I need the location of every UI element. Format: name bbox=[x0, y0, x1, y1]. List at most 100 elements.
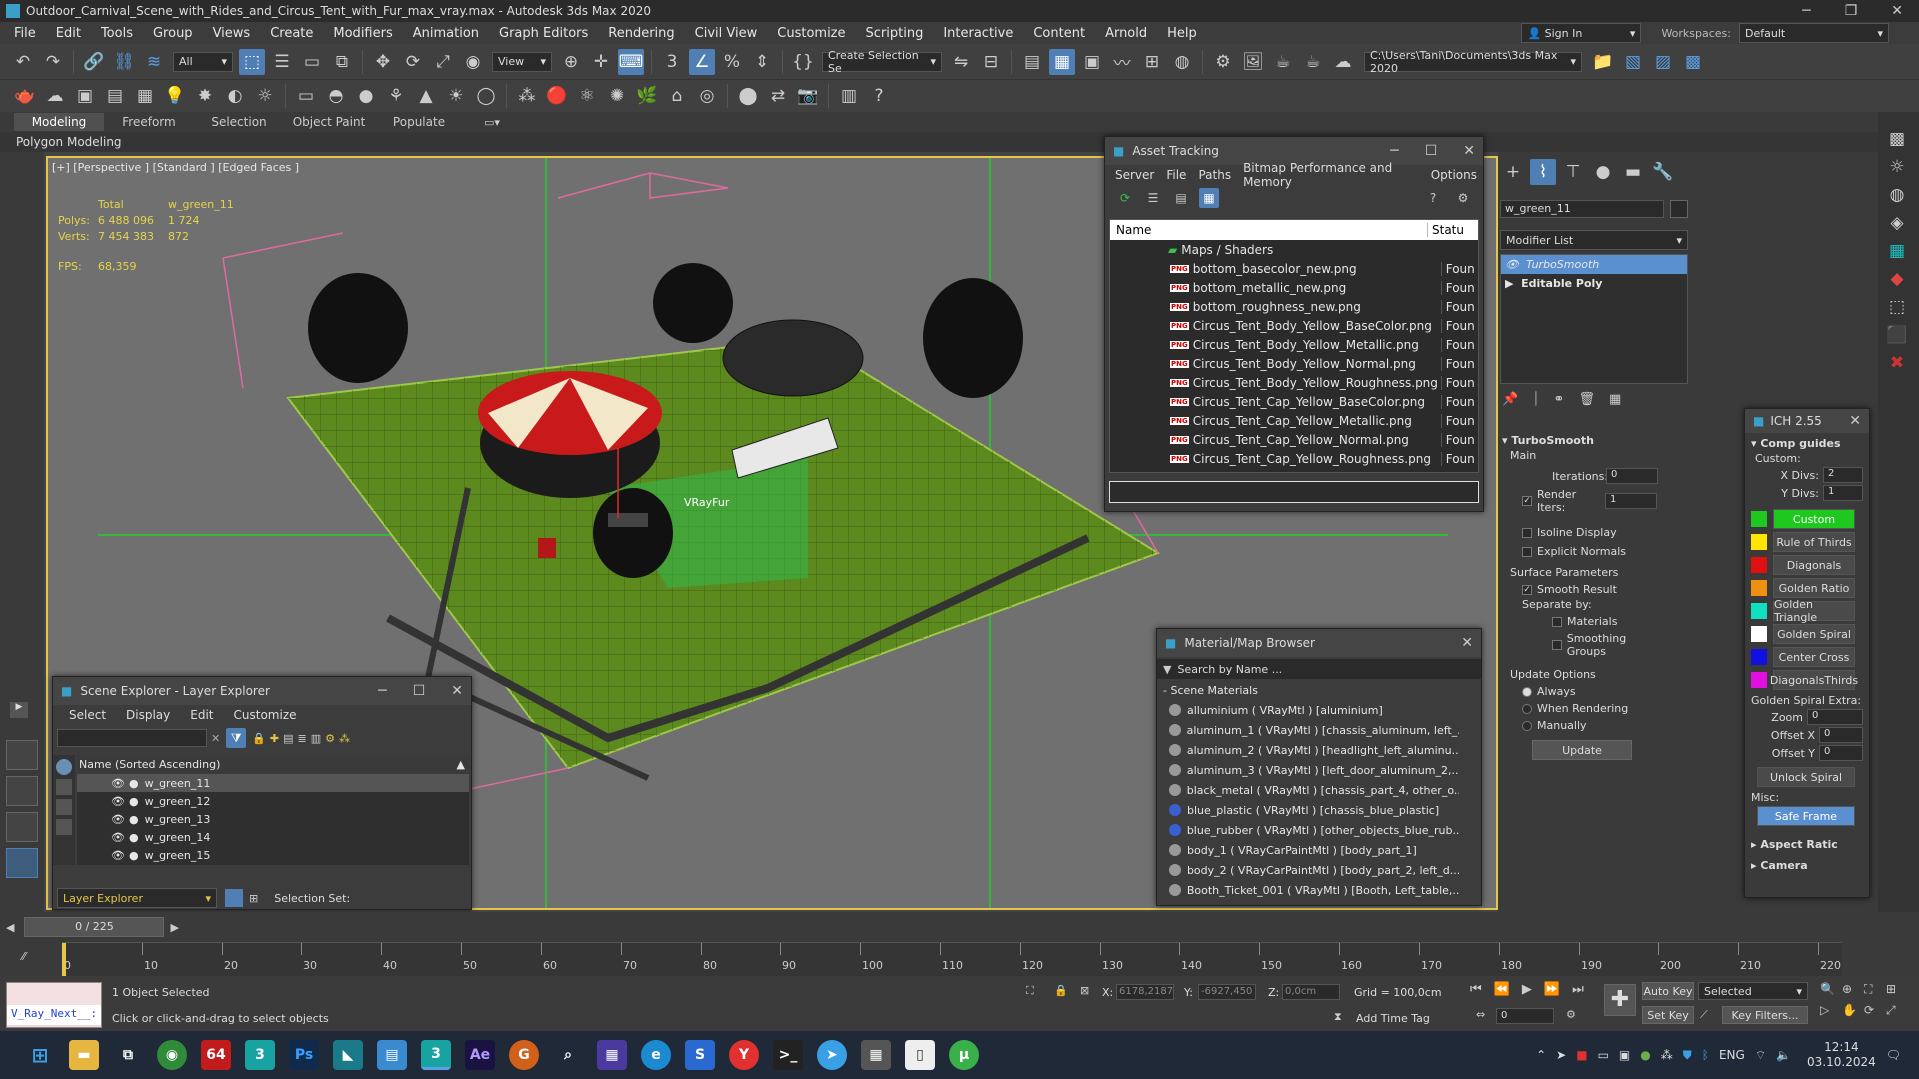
guide-color-swatch[interactable] bbox=[1751, 557, 1767, 573]
vray-sphere-icon[interactable]: ● bbox=[353, 83, 379, 109]
scene-materials-header[interactable]: - Scene Materials bbox=[1157, 681, 1481, 700]
pin-stack-icon[interactable]: 📌 bbox=[1502, 392, 1518, 407]
archive-icon[interactable]: ▦ bbox=[597, 1040, 627, 1070]
menu-views[interactable]: Views bbox=[203, 26, 261, 41]
ribbon-subtitle[interactable]: Polygon Modeling bbox=[16, 135, 122, 149]
name-column-header[interactable]: Name bbox=[1110, 223, 1428, 237]
material-item[interactable]: aluminum_1 ( VRayMtl ) [chassis_aluminum… bbox=[1169, 720, 1459, 740]
key-selection-dropdown[interactable]: Selected ▾ bbox=[1698, 982, 1808, 1000]
menu-graph-editors[interactable]: Graph Editors bbox=[489, 26, 598, 41]
chrome-icon[interactable]: ◉ bbox=[157, 1040, 187, 1070]
explorer-menu-edit[interactable]: Edit bbox=[180, 708, 223, 722]
asset-menu-paths[interactable]: Paths bbox=[1192, 168, 1237, 182]
configure-sets-icon[interactable]: ▦ bbox=[1609, 392, 1621, 407]
current-frame-field[interactable]: 0 bbox=[1496, 1008, 1554, 1024]
help-icon[interactable]: ? bbox=[866, 83, 892, 109]
close-icon[interactable]: ✕ bbox=[1463, 143, 1475, 159]
menu-tools[interactable]: Tools bbox=[91, 26, 143, 41]
render-iters-checkbox[interactable]: ✓ bbox=[1522, 496, 1532, 506]
zoom-spinner[interactable]: 0 bbox=[1807, 709, 1863, 725]
selection-lock-icon[interactable]: 🔒 bbox=[1054, 984, 1068, 997]
guide-button[interactable]: Center Cross bbox=[1773, 647, 1855, 667]
close-icon[interactable]: ✕ bbox=[1849, 413, 1861, 429]
menu-scripting[interactable]: Scripting bbox=[856, 26, 934, 41]
asset-row[interactable]: PNG Circus_Tent_Cap_Yellow_Metallic.png Fo… bbox=[1110, 411, 1478, 430]
key-tangent-icon[interactable]: ⟋ bbox=[1700, 1008, 1708, 1022]
vray-frame-buffer-icon[interactable]: ▣ bbox=[72, 83, 98, 109]
menu-rendering[interactable]: Rendering bbox=[598, 26, 684, 41]
ribbon-options-icon[interactable]: ▭▾ bbox=[484, 116, 500, 129]
angle-snap-icon[interactable]: ∠ bbox=[689, 48, 715, 75]
timeline-cursor[interactable] bbox=[62, 943, 66, 977]
lock-icon[interactable]: 🔒 bbox=[252, 732, 266, 745]
layer-row[interactable]: 👁 ● w_green_15 bbox=[77, 846, 469, 864]
vray-cone-icon[interactable]: ▲ bbox=[413, 83, 439, 109]
layout-tab-3[interactable] bbox=[6, 812, 38, 842]
maximize-viewport-icon[interactable]: ⤢ bbox=[1886, 1003, 1908, 1018]
stack-item-editable-poly[interactable]: ▶ Editable Poly bbox=[1501, 274, 1687, 293]
menu-group[interactable]: Group bbox=[143, 26, 203, 41]
vray-table-icon[interactable]: ▦ bbox=[132, 83, 158, 109]
vray-plane-icon[interactable]: ▭ bbox=[293, 83, 319, 109]
terminal-icon[interactable]: >_ bbox=[773, 1040, 803, 1070]
asset-menu-options[interactable]: Options bbox=[1425, 168, 1483, 182]
display-cameras-icon[interactable] bbox=[56, 819, 72, 835]
asset-row[interactable]: PNG Circus_Tent_Cap_Yellow_BaseColor.png F… bbox=[1110, 392, 1478, 411]
menu-civil-view[interactable]: Civil View bbox=[685, 26, 768, 41]
when-rendering-radio[interactable] bbox=[1522, 703, 1532, 714]
vray-mesh-light-icon[interactable]: ⚘ bbox=[383, 83, 409, 109]
tray-network-icon[interactable]: ⁂ bbox=[1661, 1048, 1673, 1062]
goto-start-icon[interactable]: ⏮ bbox=[1470, 982, 1482, 997]
vray-dome-icon[interactable]: ◐ bbox=[222, 83, 248, 109]
box-icon[interactable]: ⬚ bbox=[1884, 294, 1910, 320]
set-key-button[interactable]: Set Key bbox=[1642, 1006, 1694, 1024]
goto-end-icon[interactable]: ⏭ bbox=[1572, 982, 1584, 997]
track-view-icon[interactable]: ⁄⁄ bbox=[22, 950, 26, 963]
material-item[interactable]: Booth_Ticket_001 ( VRayMtl ) [Booth, Lef… bbox=[1169, 880, 1459, 900]
explicit-normals-checkbox[interactable] bbox=[1522, 546, 1532, 557]
guide-button[interactable]: Custom bbox=[1773, 509, 1855, 529]
asset-row[interactable]: PNG Circus_Tent_Body_Yellow_Normal.png Fou… bbox=[1110, 354, 1478, 373]
x-coordinate-field[interactable]: 6178,2187 bbox=[1116, 984, 1174, 1000]
guide-color-swatch[interactable] bbox=[1751, 626, 1767, 642]
viewport-label[interactable]: [+] [Perspective ] [Standard ] [Edged Fa… bbox=[52, 161, 299, 174]
refresh-icon[interactable]: ⟳ bbox=[1115, 188, 1135, 208]
app-64-icon[interactable]: 64 bbox=[201, 1040, 231, 1070]
time-prev-icon[interactable]: ◀ bbox=[0, 921, 20, 934]
maxscript-listener[interactable]: V_Ray_Next__: bbox=[6, 982, 102, 1028]
display-geometry-icon[interactable] bbox=[56, 779, 72, 795]
file-explorer-icon[interactable]: ▬ bbox=[69, 1040, 99, 1070]
table-view-icon[interactable]: ▦ bbox=[1199, 188, 1219, 208]
tray-chevron-icon[interactable]: ⌃ bbox=[1536, 1048, 1546, 1062]
absolute-mode-icon[interactable]: ⊠ bbox=[1080, 984, 1089, 997]
browser-options-icon[interactable]: ▼ bbox=[1157, 663, 1177, 676]
project-folder-icon[interactable]: 📁 bbox=[1590, 49, 1616, 75]
asset-row[interactable]: PNG Circus_Tent_Cap_Yellow_Normal.png Foun bbox=[1110, 430, 1478, 449]
name-column-header[interactable]: Name (Sorted Ascending) ▲ bbox=[77, 755, 469, 774]
material-item[interactable]: aluminum_3 ( VRayMtl ) [left_door_alumin… bbox=[1169, 760, 1459, 780]
schematic-view-icon[interactable]: ⊞ bbox=[1139, 49, 1165, 75]
document-icon[interactable]: ▯ bbox=[905, 1040, 935, 1070]
hierarchy-mode-icon[interactable]: ⊞ bbox=[249, 892, 258, 905]
guide-button[interactable]: Golden Triangle bbox=[1773, 598, 1855, 624]
scene-explorer-icon[interactable]: ▤ bbox=[1019, 49, 1045, 75]
project-path-dropdown[interactable]: C:\Users\Tani\Documents\3ds Max 2020 ▾ bbox=[1364, 49, 1582, 75]
asset-menu-bitmap-performance-and-memory[interactable]: Bitmap Performance and Memory bbox=[1237, 161, 1425, 189]
windows-start-icon[interactable]: ⊞ bbox=[25, 1040, 55, 1070]
mirror-icon[interactable]: ⇋ bbox=[948, 49, 974, 75]
3dsmax-icon[interactable]: 3 bbox=[245, 1040, 275, 1070]
guide-button[interactable]: Golden Spiral bbox=[1773, 624, 1855, 644]
material-item[interactable]: black_metal ( VRayMtl ) [chassis_part_4,… bbox=[1169, 780, 1459, 800]
menu-edit[interactable]: Edit bbox=[46, 26, 91, 41]
xdivs-spinner[interactable]: 2 bbox=[1823, 467, 1863, 483]
checker-icon[interactable]: ▩ bbox=[1884, 126, 1910, 152]
visibility-icon[interactable]: 👁 bbox=[111, 831, 125, 844]
vray-light-icon[interactable]: 💡 bbox=[162, 83, 188, 109]
hierarchy-tab-icon[interactable]: ⊤ bbox=[1560, 159, 1586, 185]
offset-x-spinner[interactable]: 0 bbox=[1819, 727, 1863, 743]
find-input[interactable] bbox=[57, 729, 207, 747]
update-button[interactable]: Update bbox=[1532, 740, 1632, 760]
restore-icon[interactable]: ❐ bbox=[1845, 3, 1858, 19]
modifier-list-dropdown[interactable]: Modifier List ▾ bbox=[1500, 230, 1688, 250]
prev-frame-icon[interactable]: ⏪ bbox=[1494, 982, 1510, 997]
